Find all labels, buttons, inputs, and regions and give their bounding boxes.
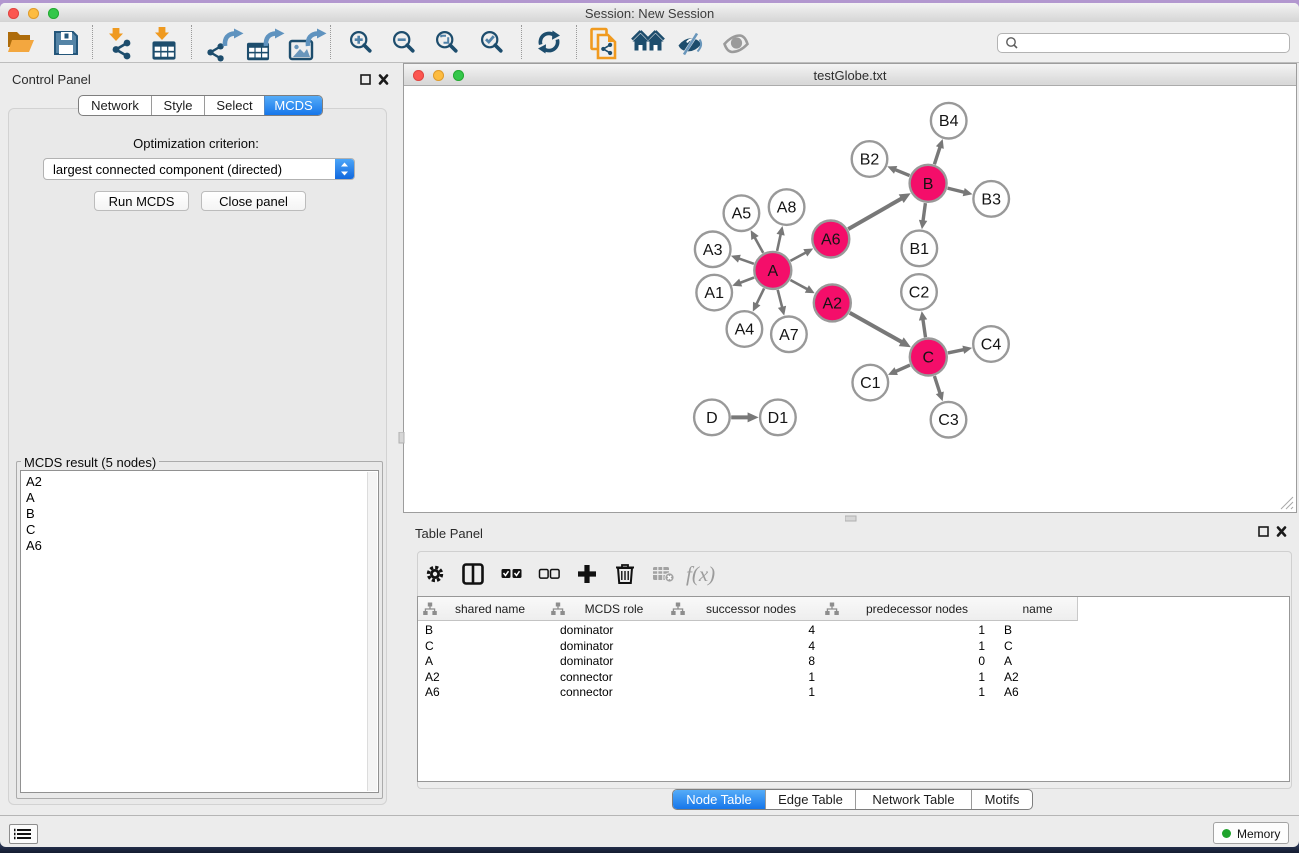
svg-text:D: D (706, 410, 718, 427)
svg-text:A8: A8 (777, 200, 797, 217)
svg-text:f(x): f(x) (686, 563, 715, 586)
svg-text:A: A (767, 263, 778, 280)
svg-text:A6: A6 (821, 232, 841, 249)
svg-text:A7: A7 (779, 327, 799, 344)
svg-text:C: C (923, 350, 935, 367)
svg-text:C1: C1 (860, 375, 881, 392)
svg-text:C4: C4 (981, 337, 1002, 354)
svg-text:A2: A2 (823, 295, 843, 312)
svg-text:A5: A5 (732, 206, 752, 223)
svg-text:A3: A3 (703, 242, 723, 259)
svg-text:B1: B1 (910, 241, 930, 258)
svg-text:B2: B2 (860, 152, 880, 169)
svg-text:A4: A4 (735, 322, 755, 339)
svg-text:B3: B3 (981, 191, 1001, 208)
svg-text:C3: C3 (938, 412, 959, 429)
svg-text:B4: B4 (939, 113, 959, 130)
svg-text:A1: A1 (704, 285, 724, 302)
svg-text:C2: C2 (909, 285, 930, 302)
svg-text:B: B (923, 176, 934, 193)
svg-text:D1: D1 (768, 410, 789, 427)
